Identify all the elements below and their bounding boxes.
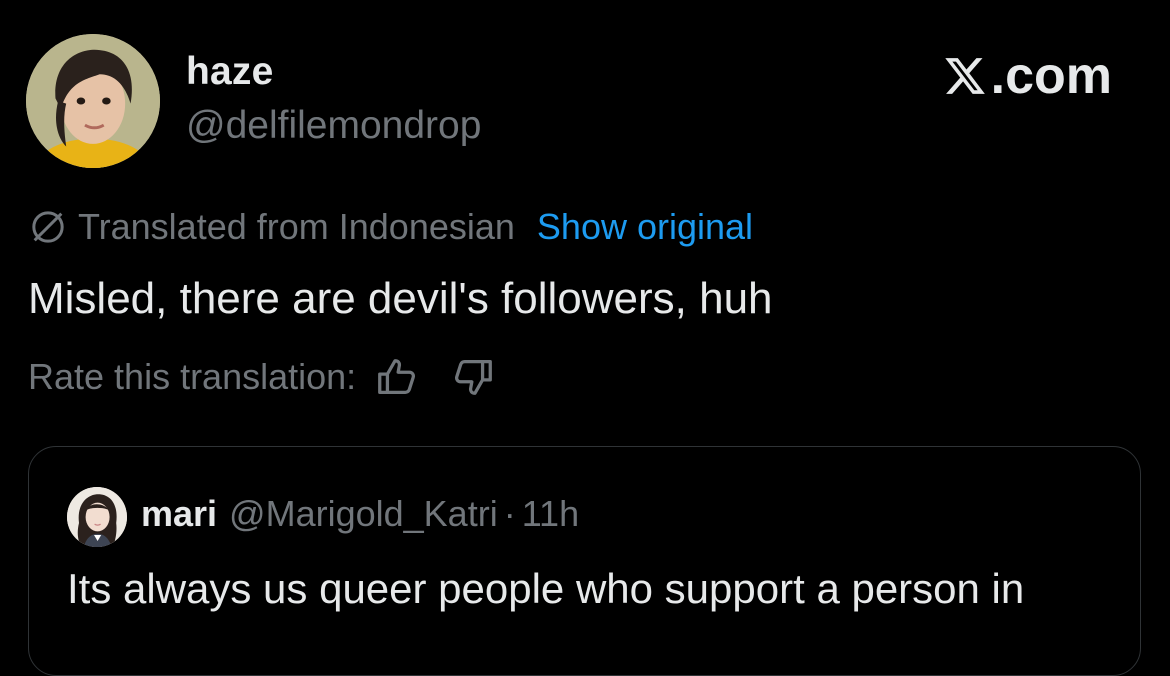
translation-notice: Translated from Indonesian Show original bbox=[28, 206, 753, 248]
brand-watermark: .com bbox=[943, 46, 1112, 106]
author-avatar[interactable] bbox=[26, 34, 160, 168]
author-display-name[interactable]: haze bbox=[186, 50, 274, 94]
quoted-author-avatar[interactable] bbox=[67, 487, 127, 547]
header-separator: · bbox=[503, 493, 516, 534]
quoted-tweet-card[interactable]: mari @Marigold_Katri · 11h Its always us… bbox=[28, 446, 1141, 676]
quoted-tweet-header: mari @Marigold_Katri · 11h bbox=[141, 493, 579, 535]
quoted-author-display-name[interactable]: mari bbox=[141, 493, 217, 535]
rate-translation-label: Rate this translation: bbox=[28, 356, 357, 397]
quoted-tweet-text: Its always us queer people who support a… bbox=[67, 565, 1025, 612]
brand-domain-label: .com bbox=[990, 47, 1112, 105]
quoted-tweet-timestamp[interactable]: 11h bbox=[522, 493, 579, 535]
x-logo-icon bbox=[944, 58, 985, 94]
thumbs-down-icon[interactable] bbox=[450, 354, 496, 400]
author-handle[interactable]: @delfilemondrop bbox=[186, 104, 481, 148]
author-avatar-image bbox=[26, 34, 160, 168]
rate-translation: Rate this translation: bbox=[28, 354, 496, 400]
show-original-link[interactable]: Show original bbox=[537, 206, 753, 248]
quoted-author-handle[interactable]: @Marigold_Katri bbox=[229, 493, 498, 535]
tweet-text: Misled, there are devil's followers, huh bbox=[28, 274, 773, 323]
quoted-author-avatar-image bbox=[67, 487, 127, 547]
translated-from-label: Translated from Indonesian bbox=[78, 206, 515, 247]
thumbs-up-icon[interactable] bbox=[374, 354, 420, 400]
globe-icon bbox=[32, 211, 64, 243]
